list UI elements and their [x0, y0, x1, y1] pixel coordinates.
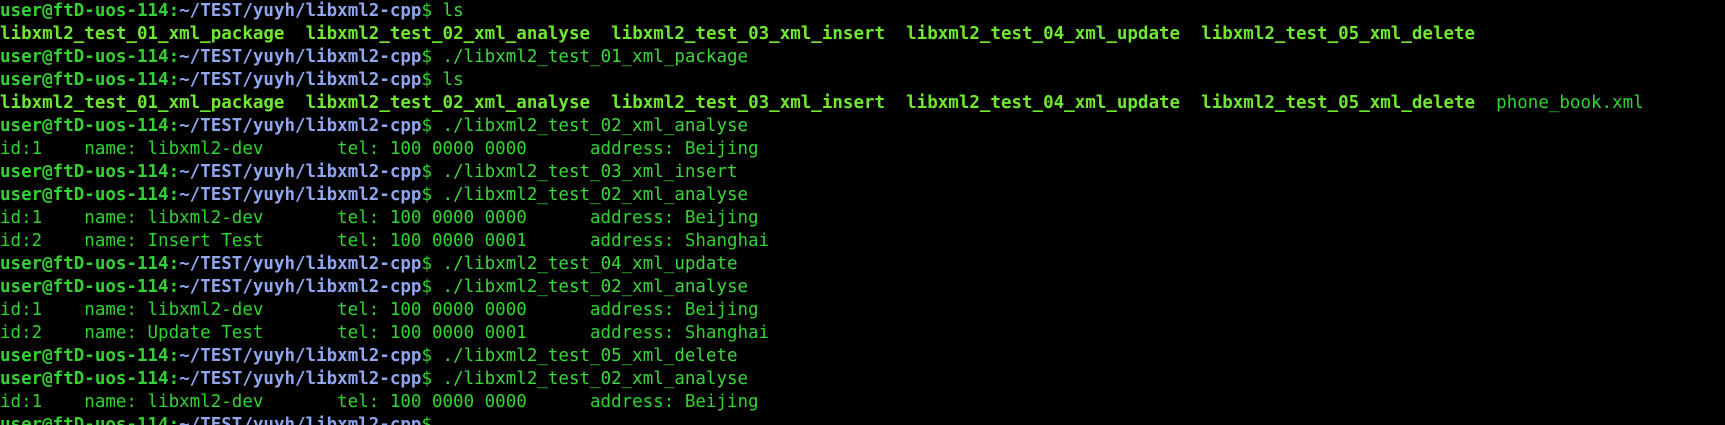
prompt-path: ~/TEST/yuyh/libxml2-cpp [179, 116, 422, 136]
command-text: ./libxml2_test_02_xml_analyse [442, 277, 749, 297]
record-text: id:1 name: libxml2-dev tel: 100 0000 000… [0, 139, 759, 159]
prompt-user-host: user@ftD-uos-114 [0, 254, 169, 274]
executable-file-name: libxml2_test_03_xml_insert [611, 24, 886, 44]
terminal-window[interactable]: user@ftD-uos-114:~/TEST/yuyh/libxml2-cpp… [0, 0, 1725, 425]
prompt-path: ~/TEST/yuyh/libxml2-cpp [179, 346, 422, 366]
prompt-separator: : [168, 346, 180, 366]
xml-file-name: phone_book.xml [1496, 93, 1644, 113]
prompt-path: ~/TEST/yuyh/libxml2-cpp [179, 277, 422, 297]
prompt-path: ~/TEST/yuyh/libxml2-cpp [179, 162, 422, 182]
program-output-line: id:1 name: libxml2-dev tel: 100 0000 000… [0, 207, 1644, 230]
prompt-line: user@ftD-uos-114:~/TEST/yuyh/libxml2-cpp… [0, 345, 1644, 368]
prompt-dollar: $ [421, 47, 443, 67]
executable-file-name: libxml2_test_02_xml_analyse [305, 24, 591, 44]
executable-file-name: libxml2_test_01_xml_package [0, 24, 285, 44]
program-output-line: id:2 name: Update Test tel: 100 0000 000… [0, 322, 1644, 345]
prompt-path: ~/TEST/yuyh/libxml2-cpp [179, 185, 422, 205]
record-text: id:2 name: Insert Test tel: 100 0000 000… [0, 231, 770, 251]
prompt-user-host: user@ftD-uos-114 [0, 47, 169, 67]
executable-file-name: libxml2_test_05_xml_delete [1201, 93, 1476, 113]
program-output-line: id:1 name: libxml2-dev tel: 100 0000 000… [0, 391, 1644, 414]
program-output-line: id:1 name: libxml2-dev tel: 100 0000 000… [0, 299, 1644, 322]
executable-file-name: libxml2_test_04_xml_update [906, 93, 1181, 113]
prompt-user-host: user@ftD-uos-114 [0, 277, 169, 297]
prompt-line: user@ftD-uos-114:~/TEST/yuyh/libxml2-cpp… [0, 414, 1644, 425]
command-text: ./libxml2_test_04_xml_update [442, 254, 738, 274]
prompt-separator: : [168, 162, 180, 182]
prompt-path: ~/TEST/yuyh/libxml2-cpp [179, 369, 422, 389]
command-text: ./libxml2_test_05_xml_delete [442, 346, 738, 366]
program-output-line: id:1 name: libxml2-dev tel: 100 0000 000… [0, 138, 1644, 161]
prompt-user-host: user@ftD-uos-114 [0, 70, 169, 90]
command-text: ./libxml2_test_02_xml_analyse [442, 185, 749, 205]
prompt-user-host: user@ftD-uos-114 [0, 415, 169, 425]
program-output-line: id:2 name: Insert Test tel: 100 0000 000… [0, 230, 1644, 253]
prompt-separator: : [168, 47, 180, 67]
prompt-separator: : [168, 415, 180, 425]
prompt-user-host: user@ftD-uos-114 [0, 162, 169, 182]
prompt-path: ~/TEST/yuyh/libxml2-cpp [179, 1, 422, 21]
executable-file-name: libxml2_test_02_xml_analyse [305, 93, 591, 113]
terminal-output: user@ftD-uos-114:~/TEST/yuyh/libxml2-cpp… [0, 0, 1644, 425]
prompt-separator: : [168, 185, 180, 205]
prompt-line: user@ftD-uos-114:~/TEST/yuyh/libxml2-cpp… [0, 46, 1644, 69]
record-text: id:1 name: libxml2-dev tel: 100 0000 000… [0, 208, 759, 228]
prompt-line: user@ftD-uos-114:~/TEST/yuyh/libxml2-cpp… [0, 184, 1644, 207]
prompt-dollar: $ [421, 116, 443, 136]
prompt-line: user@ftD-uos-114:~/TEST/yuyh/libxml2-cpp… [0, 69, 1644, 92]
ls-output-line: libxml2_test_01_xml_package libxml2_test… [0, 23, 1644, 46]
prompt-path: ~/TEST/yuyh/libxml2-cpp [179, 47, 422, 67]
command-text: ls [442, 1, 464, 21]
executable-file-name: libxml2_test_04_xml_update [906, 24, 1181, 44]
prompt-user-host: user@ftD-uos-114 [0, 185, 169, 205]
prompt-dollar: $ [421, 162, 443, 182]
prompt-line: user@ftD-uos-114:~/TEST/yuyh/libxml2-cpp… [0, 0, 1644, 23]
prompt-line: user@ftD-uos-114:~/TEST/yuyh/libxml2-cpp… [0, 253, 1644, 276]
prompt-dollar: $ [421, 70, 443, 90]
prompt-separator: : [168, 116, 180, 136]
prompt-dollar: $ [421, 277, 443, 297]
prompt-dollar: $ [421, 415, 443, 425]
prompt-line: user@ftD-uos-114:~/TEST/yuyh/libxml2-cpp… [0, 368, 1644, 391]
prompt-user-host: user@ftD-uos-114 [0, 1, 169, 21]
prompt-separator: : [168, 254, 180, 274]
executable-file-name: libxml2_test_05_xml_delete [1201, 24, 1476, 44]
prompt-user-host: user@ftD-uos-114 [0, 116, 169, 136]
prompt-line: user@ftD-uos-114:~/TEST/yuyh/libxml2-cpp… [0, 161, 1644, 184]
command-text: ./libxml2_test_02_xml_analyse [442, 116, 749, 136]
command-text: ./libxml2_test_02_xml_analyse [442, 369, 749, 389]
prompt-path: ~/TEST/yuyh/libxml2-cpp [179, 415, 422, 425]
prompt-line: user@ftD-uos-114:~/TEST/yuyh/libxml2-cpp… [0, 115, 1644, 138]
prompt-line: user@ftD-uos-114:~/TEST/yuyh/libxml2-cpp… [0, 276, 1644, 299]
record-text: id:2 name: Update Test tel: 100 0000 000… [0, 323, 770, 343]
prompt-path: ~/TEST/yuyh/libxml2-cpp [179, 254, 422, 274]
prompt-separator: : [168, 369, 180, 389]
prompt-separator: : [168, 1, 180, 21]
record-text: id:1 name: libxml2-dev tel: 100 0000 000… [0, 300, 759, 320]
prompt-user-host: user@ftD-uos-114 [0, 369, 169, 389]
prompt-dollar: $ [421, 369, 443, 389]
command-text: ls [442, 70, 464, 90]
prompt-dollar: $ [421, 1, 443, 21]
command-text: ./libxml2_test_01_xml_package [442, 47, 749, 67]
prompt-dollar: $ [421, 185, 443, 205]
prompt-user-host: user@ftD-uos-114 [0, 346, 169, 366]
prompt-dollar: $ [421, 346, 443, 366]
executable-file-name: libxml2_test_01_xml_package [0, 93, 285, 113]
prompt-separator: : [168, 277, 180, 297]
prompt-path: ~/TEST/yuyh/libxml2-cpp [179, 70, 422, 90]
record-text: id:1 name: libxml2-dev tel: 100 0000 000… [0, 392, 759, 412]
command-text: ./libxml2_test_03_xml_insert [442, 162, 738, 182]
prompt-separator: : [168, 70, 180, 90]
prompt-dollar: $ [421, 254, 443, 274]
ls-output-line: libxml2_test_01_xml_package libxml2_test… [0, 92, 1644, 115]
executable-file-name: libxml2_test_03_xml_insert [611, 93, 886, 113]
